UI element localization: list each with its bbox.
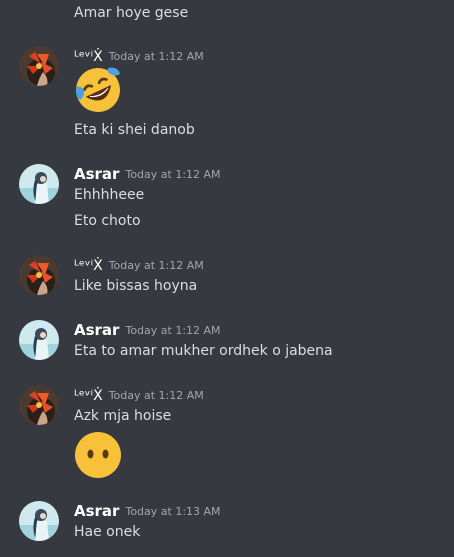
user-avatar-image: [19, 385, 59, 425]
user-avatar-image: [19, 501, 59, 541]
timestamp: Today at 1:12 AM: [108, 259, 204, 272]
avatar[interactable]: [19, 46, 59, 86]
avatar[interactable]: [19, 255, 59, 295]
message-text: Azk mja hoise: [74, 408, 172, 424]
face-without-mouth-emoji-icon: [75, 432, 121, 478]
timestamp: Today at 1:12 AM: [125, 168, 221, 181]
message-header: Asrar Today at 1:12 AM: [74, 164, 221, 184]
message-text: Like bissas hoyna: [74, 278, 198, 294]
message-text: Amar hoye gese: [74, 5, 189, 21]
username[interactable]: ᴸᵉᵛⁱẊ: [74, 49, 103, 65]
avatar[interactable]: [19, 164, 59, 204]
message-text: Ehhhheee: [74, 187, 145, 203]
timestamp: Today at 1:12 AM: [125, 324, 221, 337]
user-avatar-image: [19, 164, 59, 204]
timestamp: Today at 1:12 AM: [108, 389, 204, 402]
message-text: Hae onek: [74, 524, 141, 540]
avatar[interactable]: [19, 385, 59, 425]
username[interactable]: ᴸᵉᵛⁱẊ: [74, 258, 103, 274]
avatar[interactable]: [19, 501, 59, 541]
message-header: ᴸᵉᵛⁱẊ Today at 1:12 AM: [74, 255, 204, 275]
message-header: ᴸᵉᵛⁱẊ Today at 1:12 AM: [74, 46, 204, 66]
timestamp: Today at 1:12 AM: [108, 50, 204, 63]
message-text: Eto choto: [74, 213, 141, 229]
user-avatar-image: [19, 320, 59, 360]
user-avatar-image: [19, 46, 59, 86]
message-header: Asrar Today at 1:13 AM: [74, 501, 221, 521]
message-text: Eta ki shei danob: [74, 122, 195, 138]
message-text: Eta to amar mukher ordhek o jabena: [74, 343, 333, 359]
username[interactable]: Asrar: [74, 165, 119, 183]
username[interactable]: Asrar: [74, 321, 119, 339]
message-header: ᴸᵉᵛⁱẊ Today at 1:12 AM: [74, 385, 204, 405]
message-header: Asrar Today at 1:12 AM: [74, 320, 221, 340]
username[interactable]: Asrar: [74, 502, 119, 520]
timestamp: Today at 1:13 AM: [125, 505, 221, 518]
avatar[interactable]: [19, 320, 59, 360]
user-avatar-image: [19, 255, 59, 295]
rolling-on-floor-laughing-emoji-icon: [76, 67, 120, 112]
username[interactable]: ᴸᵉᵛⁱẊ: [74, 388, 103, 404]
chat-message-list: Amar hoye gese ᴸᵉᵛⁱẊ Today at 1:12 AM Eta…: [0, 0, 454, 557]
